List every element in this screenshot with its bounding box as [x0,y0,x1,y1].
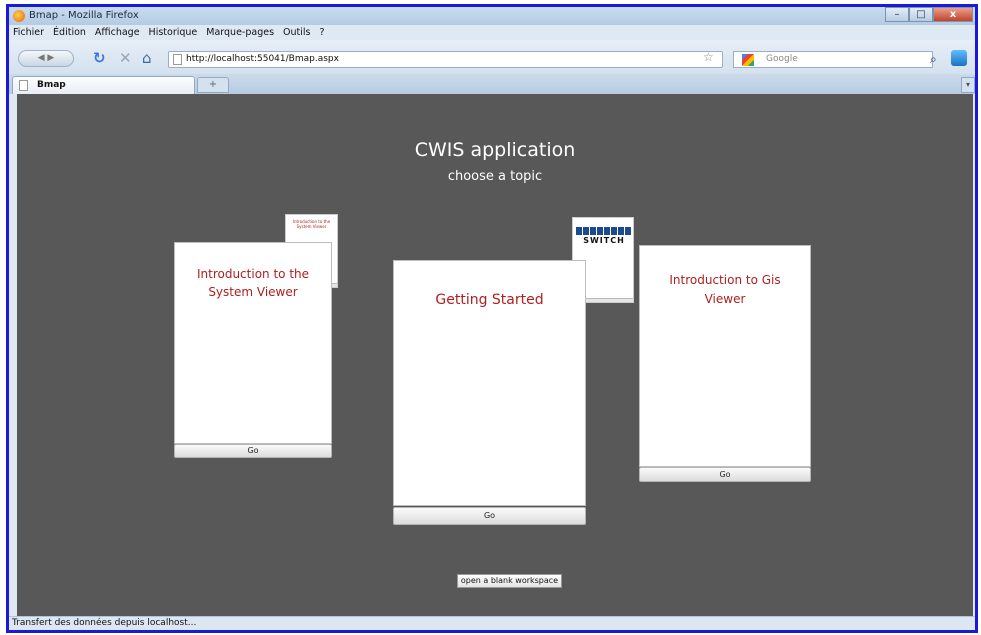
card-title: Introduction to the System Viewer [196,267,310,299]
status-text: Transfert des données depuis localhost..… [12,618,197,628]
menu-edition[interactable]: Édition [53,25,86,40]
go-button-system-viewer[interactable]: Go [174,444,332,458]
browser-window: Bmap - Mozilla Firefox – □ x Fichier Édi… [6,4,978,633]
card-title: Introduction to Gis Viewer [669,273,781,306]
stop-icon[interactable]: ✕ [119,49,132,67]
menu-bar: Fichier Édition Affichage Historique Mar… [9,25,975,40]
menu-marque-pages[interactable]: Marque-pages [206,25,274,40]
reload-icon[interactable]: ↻ [93,49,106,67]
google-icon[interactable] [742,54,754,66]
title-bar: Bmap - Mozilla Firefox – □ x [9,7,975,25]
menu-help[interactable]: ? [319,25,324,40]
tab-bmap[interactable]: Bmap [12,76,195,94]
page-title: CWIS application [414,139,576,161]
tab-label: Bmap [37,80,66,90]
search-placeholder: Google [766,54,798,64]
go-button-gis-viewer[interactable]: Go [639,467,811,482]
menu-historique[interactable]: Historique [149,25,198,40]
switch-logo-text: SWITCH [583,236,625,245]
minimize-button[interactable]: – [885,7,909,22]
card-title: Getting Started [435,292,544,308]
bookmark-star-icon[interactable]: ☆ [703,50,714,64]
firefox-icon [13,10,25,22]
open-blank-workspace-button[interactable]: open a blank workspace [457,574,562,588]
url-text[interactable]: http://localhost:55041/Bmap.aspx [186,54,339,64]
addon-icon[interactable] [951,50,967,66]
page-icon [173,54,182,65]
menu-affichage[interactable]: Affichage [95,25,140,40]
topic-card-system-viewer[interactable]: Introduction to the System Viewer [174,242,332,444]
search-icon[interactable]: ⌕ [930,52,937,67]
page-icon [19,80,28,91]
url-bar[interactable]: http://localhost:55041/Bmap.aspx [168,51,723,68]
home-icon[interactable]: ⌂ [142,49,152,67]
tab-bar: Bmap + ▾ [9,74,975,94]
navigation-toolbar: ◀ ▶ ↻ ✕ ⌂ http://localhost:55041/Bmap.as… [9,40,975,74]
maximize-button[interactable]: □ [909,7,933,22]
window-controls: – □ x [885,7,973,23]
close-button[interactable]: x [933,7,973,22]
back-forward-button[interactable]: ◀ ▶ [18,50,74,67]
menu-fichier[interactable]: Fichier [13,25,44,40]
topic-card-getting-started[interactable]: Getting Started [393,260,586,506]
go-button-getting-started[interactable]: Go [393,507,586,525]
page-content: CWIS application choose a topic Introduc… [17,94,973,616]
menu-outils[interactable]: Outils [283,25,310,40]
search-input[interactable]: Google [733,51,933,68]
status-bar: Transfert des données depuis localhost..… [9,616,975,630]
topic-card-gis-viewer[interactable]: Introduction to Gis Viewer [639,245,811,467]
switch-logo-icon [576,227,632,235]
window-title: Bmap - Mozilla Firefox [29,10,139,21]
thumb-text: Introduction to the System Viewer [292,219,331,229]
tab-list-button[interactable]: ▾ [961,77,975,93]
new-tab-button[interactable]: + [197,77,229,93]
page-subtitle: choose a topic [447,169,543,184]
